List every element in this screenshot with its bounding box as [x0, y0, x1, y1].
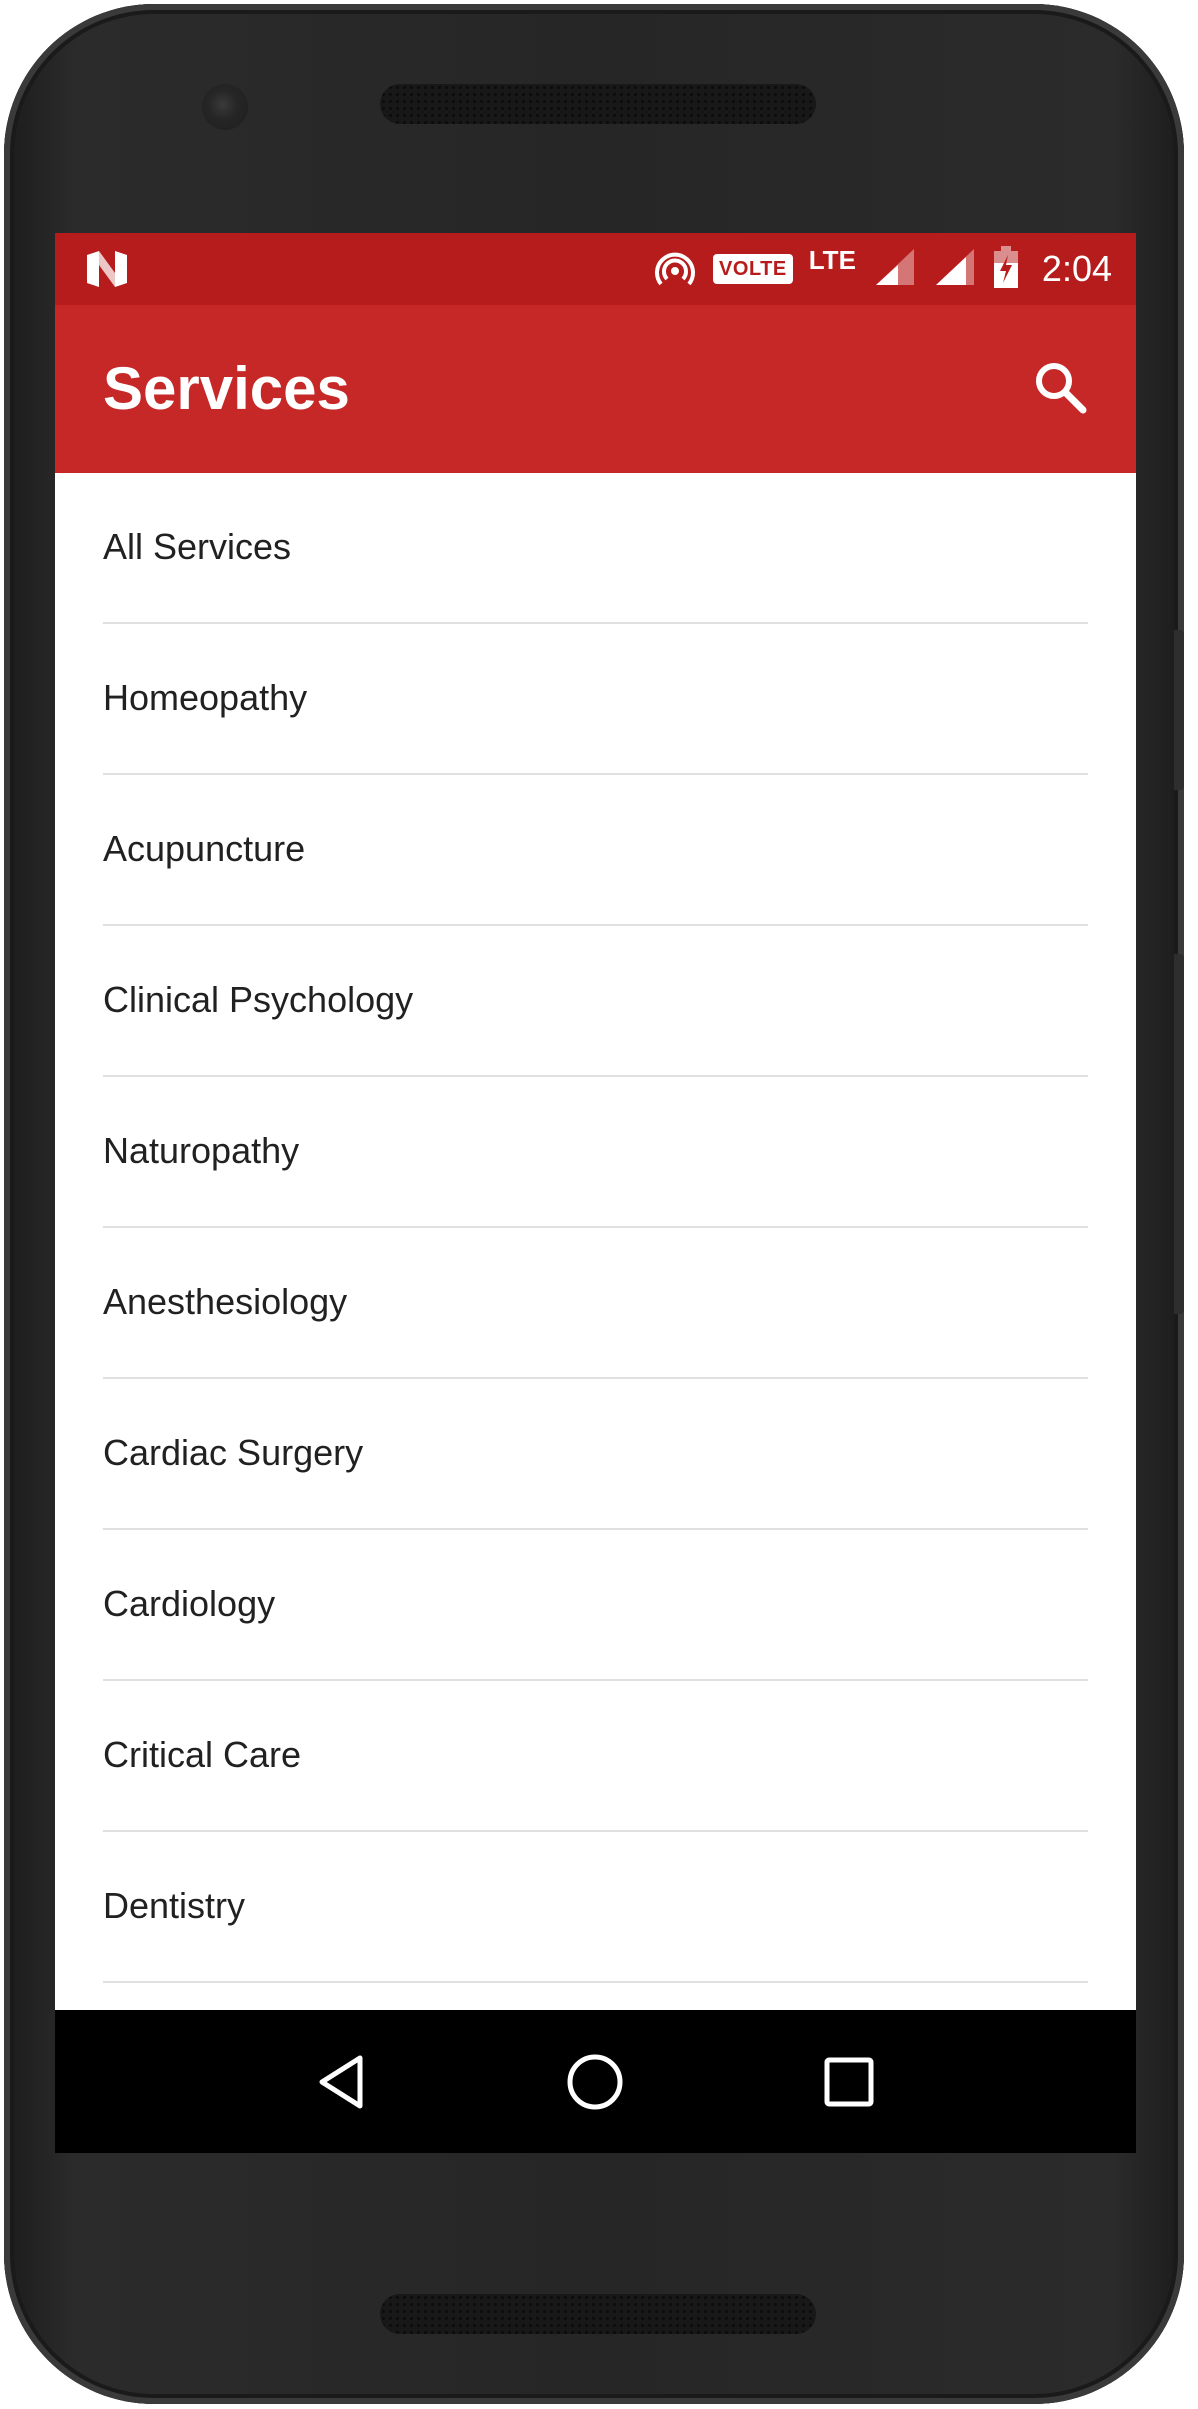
back-icon — [319, 2055, 363, 2108]
page-title: Services — [103, 355, 350, 422]
signal-icon — [932, 247, 976, 292]
service-label: Critical Care — [103, 1734, 302, 1775]
front-camera — [202, 84, 248, 130]
earpiece-speaker — [380, 84, 816, 124]
power-button — [1174, 630, 1184, 790]
recents-icon — [824, 2057, 874, 2106]
service-label: Naturopathy — [103, 1130, 300, 1171]
service-label: Cardiology — [103, 1583, 276, 1624]
volume-button — [1174, 954, 1184, 1314]
list-item[interactable]: Naturopathy — [55, 1077, 1136, 1228]
service-label: Clinical Psychology — [103, 979, 414, 1020]
home-icon — [567, 2054, 623, 2109]
clock: 2:04 — [1041, 248, 1112, 289]
list-item[interactable]: Homeopathy — [55, 624, 1136, 775]
service-label: Homeopathy — [103, 677, 308, 718]
list-item[interactable]: All Services — [55, 473, 1136, 624]
service-label: Cardiac Surgery — [103, 1432, 364, 1473]
n-logo-icon — [87, 251, 127, 287]
screen: VOLTE LTE 2:04 Services All Services Hom… — [55, 233, 1136, 2153]
volte-badge: VOLTE — [713, 254, 793, 284]
list-item[interactable]: Cardiology — [55, 1530, 1136, 1681]
network-type: LTE — [808, 245, 856, 275]
service-label: Anesthesiology — [103, 1281, 348, 1322]
search-button[interactable] — [1024, 351, 1096, 423]
services-list: All Services Homeopathy Acupuncture Clin… — [55, 473, 1136, 1983]
list-item[interactable]: Dentistry — [55, 1832, 1136, 1983]
service-label: Dentistry — [103, 1885, 246, 1926]
hotspot-icon — [653, 247, 697, 291]
search-icon — [1036, 363, 1087, 414]
service-label: All Services — [103, 526, 292, 567]
app-bar: Services — [55, 305, 1136, 473]
list-item[interactable]: Critical Care — [55, 1681, 1136, 1832]
list-item[interactable]: Cardiac Surgery — [55, 1379, 1136, 1530]
signal-icon — [872, 247, 916, 292]
back-button[interactable] — [297, 2037, 387, 2127]
battery-charging-icon — [992, 245, 1020, 294]
navigation-bar — [55, 2010, 1136, 2153]
service-label: Acupuncture — [103, 828, 306, 869]
home-button[interactable] — [550, 2037, 640, 2127]
bottom-speaker — [380, 2294, 816, 2334]
list-item[interactable]: Clinical Psychology — [55, 926, 1136, 1077]
status-bar: VOLTE LTE 2:04 — [55, 233, 1136, 305]
list-item[interactable]: Acupuncture — [55, 775, 1136, 926]
list-item[interactable]: Anesthesiology — [55, 1228, 1136, 1379]
recents-button[interactable] — [804, 2037, 894, 2127]
